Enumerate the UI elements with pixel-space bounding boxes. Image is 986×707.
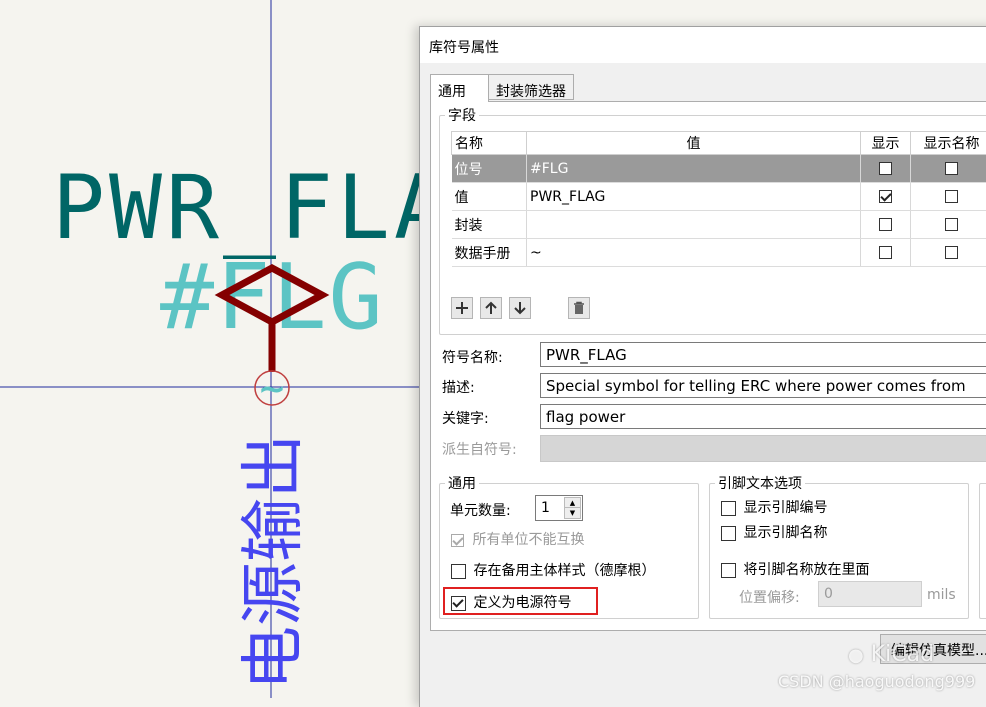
offset-label: 位置偏移: bbox=[739, 587, 800, 607]
move-up-icon bbox=[484, 301, 498, 315]
field-show-checkbox[interactable] bbox=[879, 190, 892, 203]
field-row-footprint[interactable]: 封装 bbox=[452, 211, 986, 239]
col-header-show-name[interactable]: 显示名称 bbox=[911, 132, 986, 155]
symbol-name-label: 符号名称: bbox=[442, 347, 503, 367]
col-header-value[interactable]: 值 bbox=[527, 132, 861, 155]
description-field[interactable]: Special symbol for telling ERC where pow… bbox=[540, 373, 986, 398]
power-symbol-checkbox[interactable] bbox=[451, 596, 466, 611]
field-value[interactable] bbox=[527, 211, 861, 239]
field-show-checkbox[interactable] bbox=[879, 218, 892, 231]
field-row-datasheet[interactable]: 数据手册 ~ bbox=[452, 239, 986, 267]
move-down-icon bbox=[513, 301, 527, 315]
brand-watermark: KiCad bbox=[871, 642, 934, 667]
dialog-titlebar[interactable]: 库符号属性 bbox=[420, 27, 986, 63]
field-show-name-checkbox[interactable] bbox=[945, 162, 958, 175]
symbol-name-field[interactable]: PWR_FLAG bbox=[540, 342, 986, 367]
offset-field: 0 bbox=[818, 581, 922, 607]
show-pin-number-checkbox[interactable] bbox=[721, 501, 736, 516]
show-pin-number-option[interactable]: 显示引脚编号 bbox=[721, 497, 827, 517]
description-label: 描述: bbox=[442, 377, 475, 397]
pin-names-inside-checkbox[interactable] bbox=[721, 563, 736, 578]
wechat-icon: ● bbox=[848, 645, 864, 666]
power-symbol-label: 定义为电源符号 bbox=[473, 595, 571, 611]
keywords-label: 关键字: bbox=[442, 408, 489, 428]
show-pin-number-label: 显示引脚编号 bbox=[743, 500, 827, 516]
interchangeable-label: 所有单位不能互换 bbox=[472, 532, 584, 548]
field-name: 位号 bbox=[452, 155, 527, 183]
symbol-value-text[interactable]: PWR_FLA bbox=[52, 156, 451, 259]
field-show-name-checkbox[interactable] bbox=[945, 190, 958, 203]
field-show-name-checkbox[interactable] bbox=[945, 218, 958, 231]
field-name: 值 bbox=[452, 183, 527, 211]
tab-footprint-filters[interactable]: 封装筛选器 bbox=[488, 74, 574, 100]
col-header-show[interactable]: 显示 bbox=[861, 132, 911, 155]
power-symbol-option[interactable]: 定义为电源符号 bbox=[451, 592, 571, 612]
interchangeable-option: 所有单位不能互换 bbox=[451, 529, 584, 549]
derived-from-field bbox=[540, 435, 986, 462]
move-down-button[interactable] bbox=[509, 297, 531, 319]
interchangeable-checkbox bbox=[451, 534, 464, 547]
delete-field-button[interactable] bbox=[568, 297, 590, 319]
pin-text-group-label: 引脚文本选项 bbox=[715, 473, 805, 493]
field-value[interactable]: PWR_FLAG bbox=[527, 183, 861, 211]
show-pin-name-label: 显示引脚名称 bbox=[743, 525, 827, 541]
units-spinner[interactable]: 1 ▲ ▼ bbox=[535, 495, 583, 521]
general-group-label: 通用 bbox=[445, 473, 479, 493]
pin-tilde: ~ bbox=[258, 369, 287, 409]
field-value[interactable]: ~ bbox=[527, 239, 861, 267]
pin-names-inside-label: 将引脚名称放在里面 bbox=[743, 562, 869, 578]
units-value: 1 bbox=[541, 500, 550, 516]
show-pin-name-option[interactable]: 显示引脚名称 bbox=[721, 522, 827, 542]
field-value[interactable]: #FLG bbox=[527, 155, 861, 183]
keywords-field[interactable]: flag power bbox=[540, 404, 986, 429]
alt-style-label: 存在备用主体样式（德摩根） bbox=[473, 563, 655, 579]
right-group-edge bbox=[979, 483, 986, 619]
tab-general[interactable]: 通用 bbox=[430, 74, 489, 102]
fields-group-label: 字段 bbox=[445, 105, 479, 125]
alt-style-checkbox[interactable] bbox=[451, 564, 466, 579]
csdn-credit: CSDN @haoguodong999 bbox=[778, 672, 975, 691]
field-row-value[interactable]: 值 PWR_FLAG bbox=[452, 183, 986, 211]
units-label: 单元数量: bbox=[450, 500, 511, 520]
field-show-checkbox[interactable] bbox=[879, 162, 892, 175]
add-field-button[interactable] bbox=[451, 297, 473, 319]
field-show-checkbox[interactable] bbox=[879, 246, 892, 259]
move-up-button[interactable] bbox=[480, 297, 502, 319]
offset-unit: mils bbox=[927, 587, 956, 603]
alt-style-option[interactable]: 存在备用主体样式（德摩根） bbox=[451, 560, 655, 580]
field-name: 封装 bbox=[452, 211, 527, 239]
field-row-reference[interactable]: 位号 #FLG bbox=[452, 155, 986, 183]
trash-icon bbox=[572, 301, 586, 315]
field-name: 数据手册 bbox=[452, 239, 527, 267]
net-label-vertical[interactable]: 电源输出 bbox=[237, 434, 311, 690]
show-pin-name-checkbox[interactable] bbox=[721, 526, 736, 541]
pin-names-inside-option[interactable]: 将引脚名称放在里面 bbox=[721, 559, 869, 579]
derived-from-label: 派生自符号: bbox=[442, 439, 517, 459]
dialog-title: 库符号属性 bbox=[429, 37, 499, 57]
field-show-name-checkbox[interactable] bbox=[945, 246, 958, 259]
symbol-properties-dialog: 库符号属性 通用 封装筛选器 字段 名称 值 显示 显示名称 位号 #FLG 值… bbox=[419, 26, 986, 707]
add-icon bbox=[455, 301, 469, 315]
fields-table: 名称 值 显示 显示名称 位号 #FLG 值 PWR_FLAG 封装 bbox=[451, 131, 986, 267]
wechat-watermark: ● KiCad bbox=[848, 642, 934, 667]
col-header-name[interactable]: 名称 bbox=[452, 132, 527, 155]
spin-down-icon[interactable]: ▼ bbox=[564, 507, 581, 519]
